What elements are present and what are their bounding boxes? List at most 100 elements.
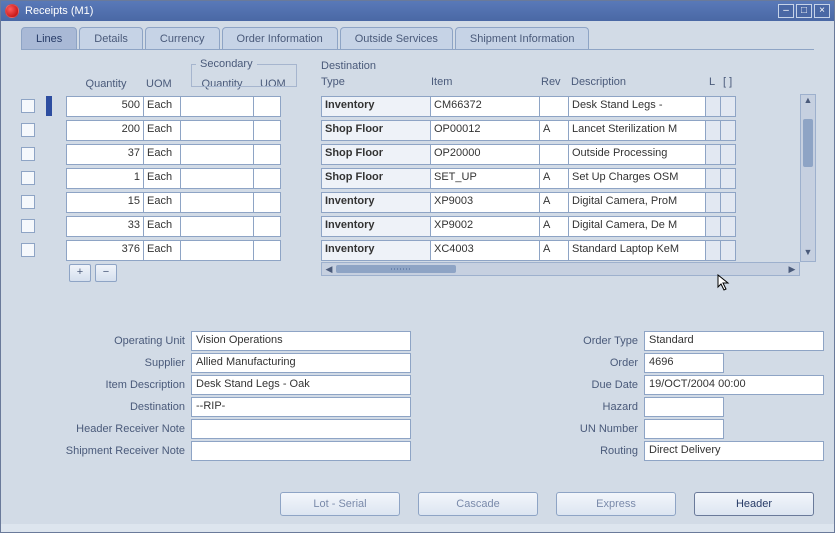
- tab-order-information[interactable]: Order Information: [222, 27, 338, 49]
- cascade-button[interactable]: Cascade: [418, 492, 538, 516]
- minimize-icon[interactable]: –: [778, 4, 794, 18]
- rev-cell[interactable]: A: [539, 192, 569, 213]
- rev-cell[interactable]: A: [539, 168, 569, 189]
- table-row[interactable]: 376Each: [21, 238, 299, 262]
- table-row[interactable]: 15Each: [21, 190, 299, 214]
- routing-field[interactable]: Direct Delivery: [644, 441, 824, 461]
- table-row[interactable]: 37Each: [21, 142, 299, 166]
- secondary-uom-cell[interactable]: [253, 96, 281, 117]
- l-indicator-cell[interactable]: [705, 168, 721, 189]
- table-row[interactable]: 500Each: [21, 94, 299, 118]
- item-cell[interactable]: XP9003: [430, 192, 540, 213]
- flex-cell[interactable]: [720, 192, 736, 213]
- horizontal-scrollbar[interactable]: ◀ ▶: [321, 262, 800, 276]
- secondary-uom-cell[interactable]: [253, 240, 281, 261]
- uom-cell[interactable]: Each: [143, 240, 181, 261]
- type-cell[interactable]: Shop Floor: [321, 120, 431, 141]
- row-checkbox[interactable]: [21, 147, 35, 161]
- table-row[interactable]: InventoryCM66372 Desk Stand Legs -: [321, 94, 814, 118]
- supplier-field[interactable]: Allied Manufacturing: [191, 353, 411, 373]
- secondary-uom-cell[interactable]: [253, 216, 281, 237]
- tab-outside-services[interactable]: Outside Services: [340, 27, 453, 49]
- item-cell[interactable]: OP00012: [430, 120, 540, 141]
- description-cell[interactable]: Digital Camera, ProM: [568, 192, 706, 213]
- table-row[interactable]: Shop FloorOP20000 Outside Processing: [321, 142, 814, 166]
- table-row[interactable]: 33Each: [21, 214, 299, 238]
- quantity-cell[interactable]: 200: [66, 120, 144, 141]
- rev-cell[interactable]: A: [539, 216, 569, 237]
- horizontal-scroll-thumb[interactable]: [336, 265, 456, 273]
- l-indicator-cell[interactable]: [705, 240, 721, 261]
- table-row[interactable]: Shop FloorOP00012ALancet Sterilization M: [321, 118, 814, 142]
- item-cell[interactable]: SET_UP: [430, 168, 540, 189]
- l-indicator-cell[interactable]: [705, 216, 721, 237]
- flex-cell[interactable]: [720, 216, 736, 237]
- table-row[interactable]: 1Each: [21, 166, 299, 190]
- tab-lines[interactable]: Lines: [21, 27, 77, 49]
- secondary-quantity-cell[interactable]: [180, 144, 254, 165]
- remove-row-button[interactable]: −: [95, 264, 117, 282]
- description-cell[interactable]: Digital Camera, De M: [568, 216, 706, 237]
- l-indicator-cell[interactable]: [705, 96, 721, 117]
- secondary-quantity-cell[interactable]: [180, 216, 254, 237]
- operating-unit-field[interactable]: Vision Operations: [191, 331, 411, 351]
- description-cell[interactable]: Desk Stand Legs -: [568, 96, 706, 117]
- item-description-field[interactable]: Desk Stand Legs - Oak: [191, 375, 411, 395]
- l-indicator-cell[interactable]: [705, 120, 721, 141]
- quantity-cell[interactable]: 33: [66, 216, 144, 237]
- uom-cell[interactable]: Each: [143, 144, 181, 165]
- secondary-uom-cell[interactable]: [253, 192, 281, 213]
- row-checkbox[interactable]: [21, 195, 35, 209]
- type-cell[interactable]: Inventory: [321, 96, 431, 117]
- express-button[interactable]: Express: [556, 492, 676, 516]
- row-checkbox[interactable]: [21, 99, 35, 113]
- item-cell[interactable]: OP20000: [430, 144, 540, 165]
- uom-cell[interactable]: Each: [143, 192, 181, 213]
- flex-cell[interactable]: [720, 240, 736, 261]
- type-cell[interactable]: Inventory: [321, 192, 431, 213]
- scroll-up-icon[interactable]: ▲: [801, 95, 815, 109]
- quantity-cell[interactable]: 15: [66, 192, 144, 213]
- table-row[interactable]: 200Each: [21, 118, 299, 142]
- secondary-quantity-cell[interactable]: [180, 168, 254, 189]
- rev-cell[interactable]: A: [539, 240, 569, 261]
- type-cell[interactable]: Shop Floor: [321, 168, 431, 189]
- secondary-quantity-cell[interactable]: [180, 120, 254, 141]
- rev-cell[interactable]: [539, 96, 569, 117]
- description-cell[interactable]: Lancet Sterilization M: [568, 120, 706, 141]
- tab-shipment-information[interactable]: Shipment Information: [455, 27, 590, 49]
- table-row[interactable]: InventoryXP9002ADigital Camera, De M: [321, 214, 814, 238]
- lot-serial-button[interactable]: Lot - Serial: [280, 492, 400, 516]
- table-row[interactable]: InventoryXP9003ADigital Camera, ProM: [321, 190, 814, 214]
- tab-currency[interactable]: Currency: [145, 27, 220, 49]
- hazard-field[interactable]: [644, 397, 724, 417]
- order-field[interactable]: 4696: [644, 353, 724, 373]
- order-type-field[interactable]: Standard: [644, 331, 824, 351]
- header-receiver-note-field[interactable]: [191, 419, 411, 439]
- description-cell[interactable]: Standard Laptop KeM: [568, 240, 706, 261]
- row-checkbox[interactable]: [21, 171, 35, 185]
- type-cell[interactable]: Inventory: [321, 240, 431, 261]
- l-indicator-cell[interactable]: [705, 192, 721, 213]
- flex-cell[interactable]: [720, 96, 736, 117]
- tab-details[interactable]: Details: [79, 27, 143, 49]
- secondary-quantity-cell[interactable]: [180, 96, 254, 117]
- type-cell[interactable]: Shop Floor: [321, 144, 431, 165]
- description-cell[interactable]: Outside Processing: [568, 144, 706, 165]
- flex-cell[interactable]: [720, 144, 736, 165]
- table-row[interactable]: InventoryXC4003AStandard Laptop KeM: [321, 238, 814, 262]
- rev-cell[interactable]: A: [539, 120, 569, 141]
- row-checkbox[interactable]: [21, 219, 35, 233]
- uom-cell[interactable]: Each: [143, 216, 181, 237]
- flex-cell[interactable]: [720, 168, 736, 189]
- description-cell[interactable]: Set Up Charges OSM: [568, 168, 706, 189]
- item-cell[interactable]: CM66372: [430, 96, 540, 117]
- quantity-cell[interactable]: 500: [66, 96, 144, 117]
- un-number-field[interactable]: [644, 419, 724, 439]
- shipment-receiver-note-field[interactable]: [191, 441, 411, 461]
- secondary-uom-cell[interactable]: [253, 120, 281, 141]
- row-checkbox[interactable]: [21, 243, 35, 257]
- due-date-field[interactable]: 19/OCT/2004 00:00: [644, 375, 824, 395]
- secondary-uom-cell[interactable]: [253, 144, 281, 165]
- quantity-cell[interactable]: 1: [66, 168, 144, 189]
